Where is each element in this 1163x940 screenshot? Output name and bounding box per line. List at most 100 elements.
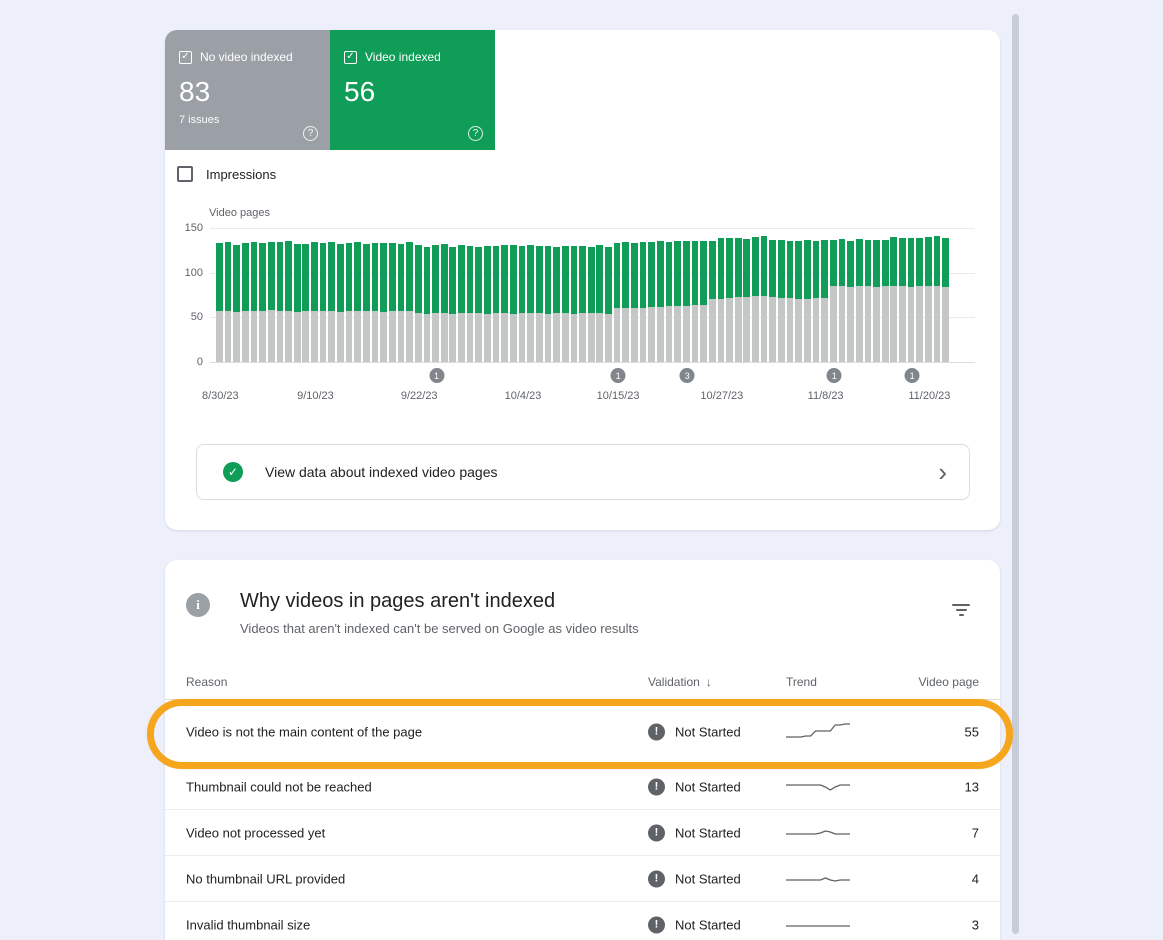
- chart-bar[interactable]: [761, 236, 768, 362]
- chart-bar[interactable]: [778, 240, 785, 362]
- chart-bar[interactable]: [424, 247, 431, 362]
- chart-bar[interactable]: [718, 238, 725, 362]
- chart-bar[interactable]: [657, 241, 664, 362]
- chart-bar[interactable]: [709, 241, 716, 362]
- chart-bar[interactable]: [856, 239, 863, 362]
- metric-tile-no-video-indexed[interactable]: ✓ No video indexed 83 7 issues ?: [165, 30, 330, 150]
- table-row[interactable]: Thumbnail could not be reached!Not Start…: [165, 764, 1000, 810]
- scrollbar[interactable]: [1012, 14, 1019, 934]
- chart-bar[interactable]: [406, 242, 413, 362]
- annotation-badge[interactable]: 1: [827, 368, 842, 383]
- chart-bar[interactable]: [795, 241, 802, 362]
- chart-bar[interactable]: [553, 247, 560, 362]
- chart-bar[interactable]: [328, 242, 335, 362]
- chart-bar[interactable]: [769, 240, 776, 362]
- chart-bar[interactable]: [277, 242, 284, 362]
- metric-tile-video-indexed[interactable]: ✓ Video indexed 56 ?: [330, 30, 495, 150]
- chart-bar[interactable]: [320, 243, 327, 362]
- chart-bar[interactable]: [285, 241, 292, 362]
- reason-label[interactable]: Thumbnail could not be reached: [186, 779, 372, 794]
- chart-bar[interactable]: [640, 242, 647, 362]
- reason-label[interactable]: No thumbnail URL provided: [186, 871, 345, 886]
- chart-bar[interactable]: [787, 241, 794, 362]
- chart-bar[interactable]: [865, 240, 872, 362]
- chart-bar[interactable]: [674, 241, 681, 362]
- help-icon[interactable]: ?: [303, 126, 318, 141]
- chart-bar[interactable]: [363, 244, 370, 362]
- chart-bar[interactable]: [683, 241, 690, 362]
- chart-bar[interactable]: [527, 245, 534, 362]
- chart-bar[interactable]: [666, 242, 673, 362]
- chart-bar[interactable]: [916, 238, 923, 362]
- reason-label[interactable]: Video is not the main content of the pag…: [186, 724, 422, 739]
- table-row[interactable]: Video not processed yet!Not Started7: [165, 810, 1000, 856]
- filter-icon[interactable]: [952, 604, 970, 617]
- chart-bar[interactable]: [882, 240, 889, 362]
- chart-bar[interactable]: [821, 240, 828, 362]
- chart-bar[interactable]: [942, 238, 949, 362]
- chart-bar[interactable]: [251, 242, 258, 362]
- chart-bar[interactable]: [259, 243, 266, 362]
- annotation-badge[interactable]: 1: [429, 368, 444, 383]
- chart-bar[interactable]: [847, 241, 854, 362]
- chart-bar[interactable]: [700, 241, 707, 362]
- impressions-toggle[interactable]: Impressions: [177, 166, 276, 182]
- chart-bar[interactable]: [233, 245, 240, 362]
- chart-bar[interactable]: [614, 243, 621, 362]
- chart-bar[interactable]: [475, 247, 482, 362]
- chart-bar[interactable]: [398, 244, 405, 362]
- chart-bar[interactable]: [242, 243, 249, 362]
- chart-bar[interactable]: [415, 245, 422, 362]
- chart-bar[interactable]: [735, 238, 742, 362]
- chart-bar[interactable]: [346, 243, 353, 362]
- chart-bar[interactable]: [873, 240, 880, 362]
- chart-bar[interactable]: [596, 245, 603, 362]
- table-row[interactable]: Invalid thumbnail size!Not Started3: [165, 902, 1000, 940]
- chart-bar[interactable]: [804, 240, 811, 362]
- chart-bar[interactable]: [510, 245, 517, 362]
- chart-bar[interactable]: [890, 237, 897, 362]
- chart-bar[interactable]: [934, 236, 941, 362]
- help-icon[interactable]: ?: [468, 126, 483, 141]
- chart-bar[interactable]: [493, 246, 500, 362]
- chart-bar[interactable]: [354, 242, 361, 362]
- chart-bar[interactable]: [432, 245, 439, 362]
- table-row[interactable]: Video is not the main content of the pag…: [165, 700, 1000, 764]
- chart-bar[interactable]: [631, 243, 638, 362]
- reason-label[interactable]: Invalid thumbnail size: [186, 917, 310, 932]
- chart-bar[interactable]: [925, 237, 932, 362]
- chart-bar[interactable]: [908, 238, 915, 362]
- checkbox-unchecked-icon[interactable]: [177, 166, 193, 182]
- chart-bar[interactable]: [294, 244, 301, 362]
- chart-bar[interactable]: [752, 237, 759, 362]
- chart-bar[interactable]: [225, 242, 232, 362]
- reason-label[interactable]: Video not processed yet: [186, 825, 325, 840]
- chevron-right-icon[interactable]: ›: [938, 462, 947, 482]
- checkbox-checked-icon[interactable]: ✓: [179, 51, 192, 64]
- chart-bar[interactable]: [449, 247, 456, 362]
- chart-bar[interactable]: [302, 244, 309, 362]
- chart-bar[interactable]: [268, 242, 275, 362]
- chart-bar[interactable]: [441, 244, 448, 362]
- chart-bar[interactable]: [519, 246, 526, 362]
- chart-bar[interactable]: [501, 245, 508, 362]
- table-row[interactable]: No thumbnail URL provided!Not Started4: [165, 856, 1000, 902]
- chart-bar[interactable]: [458, 245, 465, 362]
- chart-bar[interactable]: [743, 239, 750, 362]
- chart-bar[interactable]: [579, 246, 586, 362]
- chart-bar[interactable]: [899, 238, 906, 362]
- chart-bar[interactable]: [648, 242, 655, 362]
- annotation-badge[interactable]: 1: [611, 368, 626, 383]
- chart-bar[interactable]: [337, 244, 344, 362]
- chart-bar[interactable]: [389, 243, 396, 362]
- chart-bar[interactable]: [830, 240, 837, 362]
- indexed-data-banner[interactable]: ✓ View data about indexed video pages ›: [196, 444, 970, 500]
- chart-bar[interactable]: [605, 247, 612, 362]
- column-header-validation[interactable]: Validation ↓: [648, 675, 712, 689]
- annotation-badge[interactable]: 1: [905, 368, 920, 383]
- checkbox-checked-icon[interactable]: ✓: [344, 51, 357, 64]
- annotation-badge[interactable]: 3: [680, 368, 695, 383]
- chart-bar[interactable]: [622, 242, 629, 362]
- chart-bar[interactable]: [571, 246, 578, 362]
- chart-bar[interactable]: [692, 241, 699, 362]
